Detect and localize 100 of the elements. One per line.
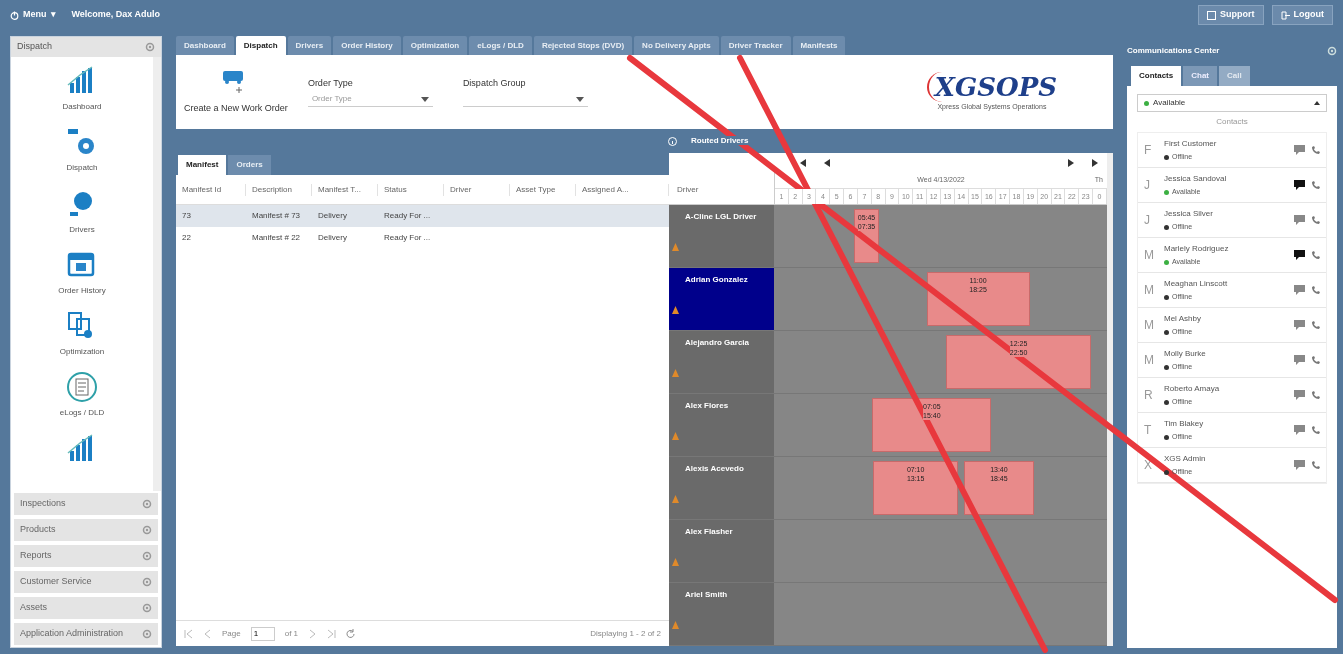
contact-name[interactable]: Tim Blakey: [1164, 417, 1288, 430]
contact-initial: M: [1144, 282, 1155, 299]
settings-icon[interactable]: [142, 603, 152, 613]
settings-icon[interactable]: [145, 42, 155, 52]
contact-initial: M: [1144, 317, 1155, 334]
section-header[interactable]: Customer Service: [14, 571, 158, 593]
driver-name: A-Cline LGL Driver: [685, 212, 757, 221]
contact-initial: M: [1144, 352, 1155, 369]
status-dropdown[interactable]: Available: [1137, 94, 1327, 112]
nav-label[interactable]: eLogs / DLD: [59, 407, 105, 420]
contact-name[interactable]: Jessica Sandoval: [1164, 172, 1288, 185]
page-input[interactable]: 1: [250, 626, 275, 641]
driver-name: Alex Flasher: [685, 527, 733, 536]
driver-row-header[interactable]: Ariel Smith: [669, 583, 774, 646]
logout-icon: [1280, 10, 1290, 20]
warning-icon: [672, 243, 679, 251]
settings-icon[interactable]: [142, 629, 152, 639]
caret-icon: [575, 96, 584, 102]
column-header[interactable]: Manifest Id: [176, 183, 246, 196]
table-row[interactable]: 73 Manifest # 73 Delivery Ready For ...: [176, 205, 669, 227]
previous-icon[interactable]: [823, 158, 831, 167]
log-icon[interactable]: [66, 371, 98, 404]
contact-name[interactable]: Roberto Amaya: [1164, 382, 1288, 395]
phone-icon[interactable]: [1311, 285, 1320, 295]
phone-icon[interactable]: [1311, 390, 1320, 400]
driver-row-header[interactable]: Adrian Gonzalez: [669, 268, 774, 331]
nav-label[interactable]: Dashboard: [62, 101, 102, 113]
previous-icon[interactable]: [799, 158, 807, 167]
column-header[interactable]: Description: [246, 183, 312, 196]
phone-icon[interactable]: [1311, 355, 1320, 365]
next-icon[interactable]: [1091, 158, 1099, 167]
section-header[interactable]: Application Administration: [14, 623, 158, 645]
chat-icon[interactable]: [1294, 250, 1305, 260]
create-label[interactable]: Create a New Work Order: [184, 102, 288, 116]
field-label: Dispatch Group: [462, 77, 527, 91]
driver-row-header[interactable]: Alex Flasher: [669, 520, 774, 583]
column-header: Driver: [676, 184, 700, 196]
power-icon: [10, 10, 19, 20]
contact-name[interactable]: Molly Burke: [1164, 347, 1288, 360]
driver-row-header[interactable]: Alexis Acevedo: [669, 457, 774, 520]
pager-summary: Displaying 1 - 2 of 2: [590, 627, 661, 640]
field-label: Order Type: [307, 77, 354, 91]
header-button[interactable]: Logout: [1271, 5, 1333, 25]
contact-initial: J: [1144, 212, 1151, 229]
contact-initial: F: [1144, 142, 1153, 159]
column-header[interactable]: Status: [378, 183, 444, 196]
section-header[interactable]: Products: [14, 519, 158, 541]
next-icon[interactable]: [1067, 158, 1075, 167]
phone-icon[interactable]: [1311, 180, 1320, 190]
tab[interactable]: Dispatch: [235, 36, 286, 55]
contact-name[interactable]: Mel Ashby: [1164, 312, 1288, 325]
logo: XGSOPS: [926, 71, 1057, 102]
warning-icon: [672, 369, 679, 377]
section-header[interactable]: Assets: [14, 597, 158, 619]
phone-icon[interactable]: [1311, 460, 1320, 470]
settings-icon[interactable]: [142, 499, 152, 509]
contact-name[interactable]: Marlely Rodriguez: [1164, 242, 1288, 255]
warning-icon: [672, 495, 679, 503]
settings-icon[interactable]: [142, 525, 152, 535]
warning-icon: [672, 621, 679, 629]
nav-label[interactable]: Order History: [58, 284, 106, 297]
tab[interactable]: Contacts: [1131, 66, 1182, 86]
phone-icon[interactable]: [1311, 250, 1320, 260]
column-header[interactable]: Asset Type: [510, 183, 576, 196]
phone-icon[interactable]: [1311, 145, 1320, 155]
column-header[interactable]: Manifest T...: [312, 183, 378, 196]
settings-icon[interactable]: [142, 551, 152, 561]
contact-name[interactable]: XGS Admin: [1164, 452, 1288, 465]
refresh-icon[interactable]: [346, 628, 356, 639]
table-row[interactable]: 22 Manifest # 22 Delivery Ready For ...: [176, 227, 669, 249]
list-title: Contacts: [1215, 116, 1249, 128]
contact-name[interactable]: Meaghan Linscott: [1164, 277, 1288, 290]
nav-label[interactable]: Optimization: [59, 346, 105, 359]
contact-initial: R: [1144, 387, 1154, 404]
column-header[interactable]: Driver: [444, 183, 510, 196]
nav-label[interactable]: Dispatch: [66, 162, 98, 175]
contact-name[interactable]: First Customer: [1164, 137, 1288, 150]
phone-icon[interactable]: [1311, 215, 1320, 225]
driver-row-header[interactable]: A-Cline LGL Driver: [669, 205, 774, 268]
contact-name[interactable]: Jessica Silver: [1164, 207, 1288, 220]
section-header[interactable]: Reports: [14, 545, 158, 567]
contact-initial: J: [1144, 177, 1151, 194]
header-button[interactable]: Support: [1198, 5, 1264, 25]
caret-icon[interactable]: ▾: [50, 8, 56, 22]
settings-icon[interactable]: [142, 577, 152, 587]
section-header[interactable]: Inspections: [14, 493, 158, 515]
caret-icon: [1314, 101, 1320, 105]
welcome-text: Welcome, Dax Adulo: [71, 8, 161, 22]
driver-name: Ariel Smith: [685, 590, 728, 599]
menu-button[interactable]: Menu: [23, 8, 47, 22]
pager-label: Page: [222, 627, 241, 640]
chat-icon[interactable]: [1294, 180, 1305, 190]
info-icon: [668, 136, 677, 146]
phone-icon[interactable]: [1311, 425, 1320, 435]
driver-row-header[interactable]: Alejandro Garcia: [669, 331, 774, 394]
warning-icon: [672, 432, 679, 440]
nav-label[interactable]: Drivers: [69, 223, 95, 236]
phone-icon[interactable]: [1311, 320, 1320, 330]
tab[interactable]: Manifest: [178, 155, 227, 175]
driver-row-header[interactable]: Alex Flores: [669, 394, 774, 457]
